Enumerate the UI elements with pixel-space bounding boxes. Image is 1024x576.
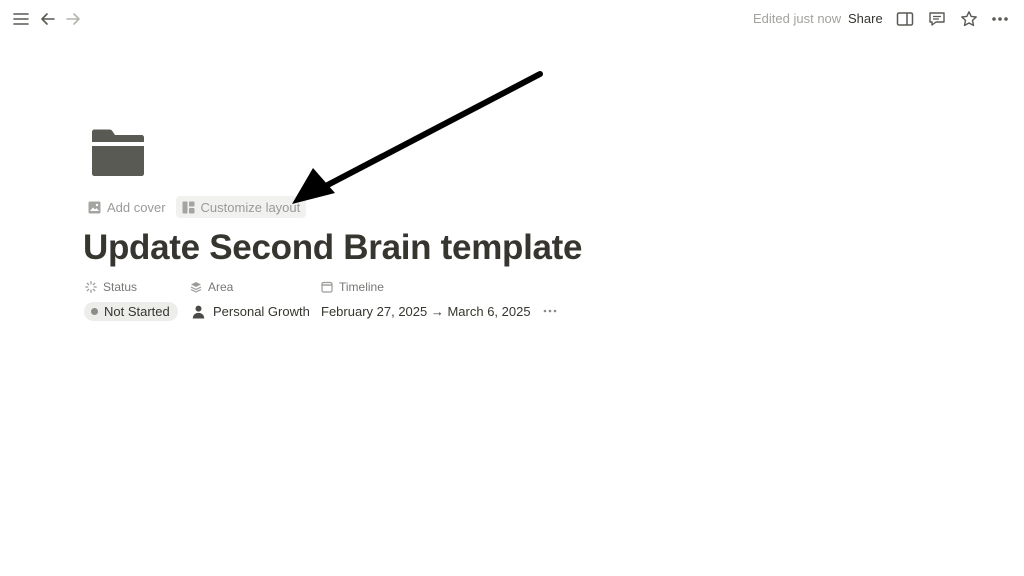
- customize-layout-label: Customize layout: [200, 199, 301, 215]
- layout-icon: [182, 201, 195, 213]
- page-icon[interactable]: [90, 128, 146, 183]
- status-dot: [91, 308, 98, 315]
- annotation-arrow: [292, 71, 543, 204]
- share-button[interactable]: Share: [848, 11, 883, 26]
- customize-layout-button[interactable]: Customize layout: [175, 196, 307, 218]
- forward-arrow-icon[interactable]: [61, 7, 85, 31]
- status-badge[interactable]: Not Started: [84, 302, 178, 321]
- image-icon: [88, 201, 101, 213]
- comment-icon[interactable]: [925, 7, 949, 31]
- back-arrow-icon[interactable]: [36, 7, 60, 31]
- more-dots-icon: [543, 309, 557, 313]
- page-meta-actions: Add cover Customize layout: [82, 196, 307, 218]
- add-cover-label: Add cover: [107, 199, 166, 215]
- timeline-property-value[interactable]: February 27, 2025 → March 6, 2025: [321, 302, 531, 321]
- star-icon[interactable]: [957, 7, 981, 31]
- layers-icon: [190, 282, 202, 293]
- area-property-label[interactable]: Area: [190, 280, 233, 294]
- person-icon: [192, 305, 205, 318]
- side-panel-icon[interactable]: [893, 7, 917, 31]
- page-title[interactable]: Update Second Brain template: [83, 228, 583, 268]
- area-property-value[interactable]: Personal Growth: [192, 302, 310, 321]
- folder-icon: [92, 129, 144, 176]
- more-options-icon[interactable]: [988, 7, 1012, 31]
- status-property-label[interactable]: Status: [85, 280, 137, 294]
- top-bar: Edited just now Share: [0, 0, 1024, 38]
- timeline-property-label[interactable]: Timeline: [321, 280, 384, 294]
- edited-status: Edited just now: [753, 11, 842, 26]
- status-loader-icon: [85, 281, 97, 293]
- status-property-value[interactable]: Not Started: [84, 302, 178, 321]
- more-properties-button[interactable]: [541, 303, 559, 324]
- menu-icon[interactable]: [9, 7, 33, 31]
- calendar-icon: [321, 281, 333, 293]
- add-cover-button[interactable]: Add cover: [82, 196, 172, 218]
